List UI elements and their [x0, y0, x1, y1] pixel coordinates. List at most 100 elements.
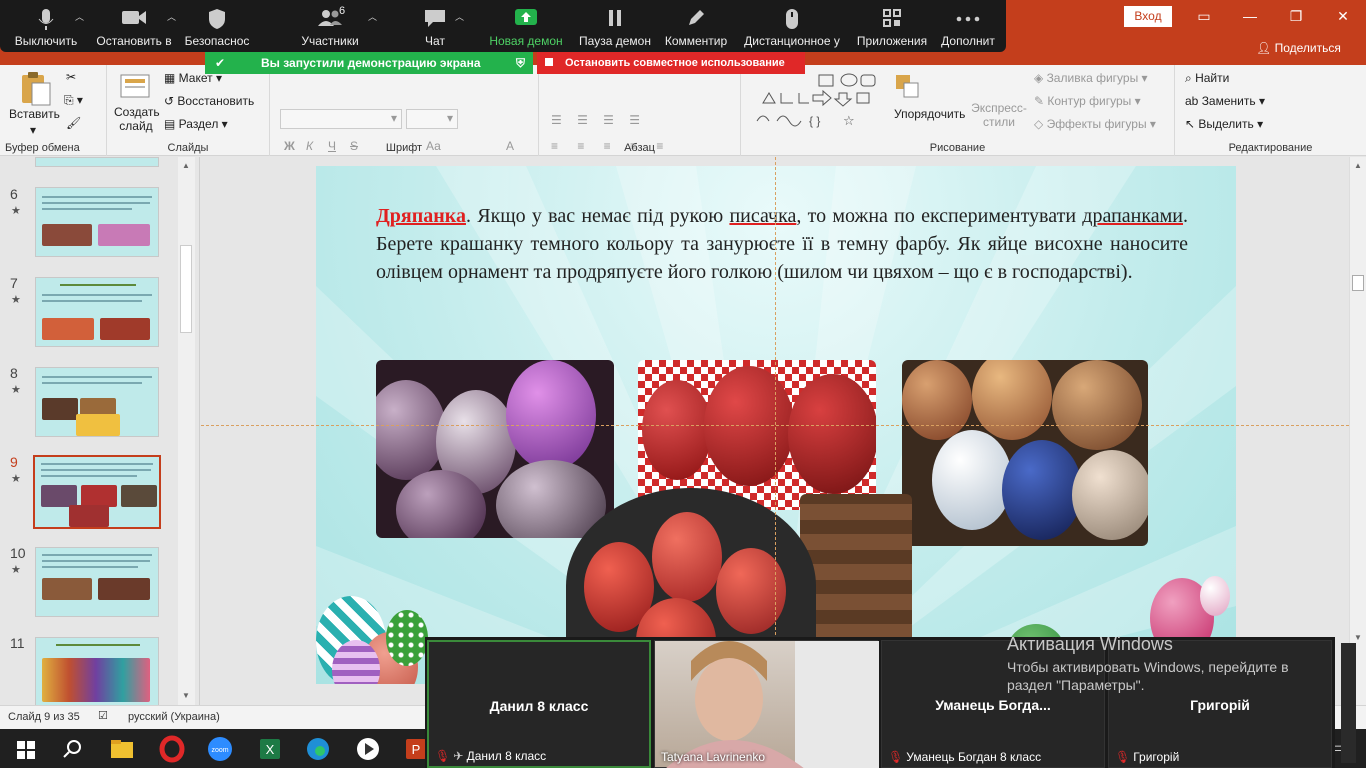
shape-fill-button[interactable]: ◈ Заливка фигуры ▾: [1034, 71, 1148, 85]
photo-icon-painted-eggs[interactable]: [902, 360, 1148, 546]
slide-number: 11: [10, 635, 25, 651]
chat-button[interactable]: ︿ Чат: [406, 0, 464, 52]
section-button[interactable]: ▤ Раздел ▾: [164, 117, 228, 131]
scrollbar-thumb[interactable]: [180, 245, 192, 333]
annotate-pen-icon: [689, 10, 704, 25]
svg-text:X: X: [266, 742, 275, 757]
format-painter-icon[interactable]: 🖌︎: [66, 116, 81, 130]
sharing-banner[interactable]: ✔︎ Вы запустили демонстрацию экрана ⛨: [205, 52, 533, 74]
windows-start-icon[interactable]: [10, 733, 42, 765]
new-slide-button[interactable]: Создать слайд: [114, 105, 160, 133]
paste-icon: [22, 72, 51, 106]
close-icon[interactable]: ✕: [1320, 0, 1366, 32]
muted-mic-icon: 🎙︎: [435, 749, 451, 763]
more-button[interactable]: Дополнит: [936, 0, 1000, 52]
search-icon[interactable]: [56, 733, 88, 765]
excel-icon[interactable]: X: [254, 733, 286, 765]
remote-control-mouse-icon: [786, 9, 798, 29]
video-tile[interactable]: Данил 8 класс 🎙︎ ✈︎ Данил 8 класс: [427, 640, 651, 768]
font-size-select[interactable]: ▾: [406, 109, 458, 129]
slide-thumbnail-active[interactable]: [33, 455, 161, 529]
pause-icon: [609, 10, 621, 26]
shapes-gallery-icon[interactable]: { } ☆: [751, 69, 891, 133]
apps-icon: [883, 9, 901, 27]
more-icon: [956, 16, 980, 22]
search-icon: ⌕: [1185, 71, 1196, 85]
slide-thumbnail[interactable]: [35, 277, 159, 347]
participant-label: Tatyana Lavrinenko: [661, 750, 766, 764]
remote-control-button[interactable]: Дистанционное у: [741, 0, 843, 52]
mute-button[interactable]: ︿ Выключить: [8, 0, 84, 52]
animation-star-icon: ★: [11, 564, 21, 576]
share-screen-icon: [515, 9, 537, 25]
paste-button[interactable]: Вставить: [9, 107, 60, 121]
slide-thumbnail[interactable]: [35, 367, 159, 437]
annotate-button[interactable]: Комментир: [660, 0, 732, 52]
font-label: Шрифт: [385, 142, 423, 154]
replace-button[interactable]: ab Заменить ▾: [1185, 94, 1265, 108]
new-share-button[interactable]: Новая демон: [485, 0, 567, 52]
section-icon: ▤: [164, 117, 179, 131]
slide-number: 8: [10, 365, 18, 381]
photo-scratched-eggs-purple[interactable]: [376, 360, 614, 538]
participant-label: 🎙︎ Григорій: [1115, 750, 1180, 764]
reset-button[interactable]: ↺ Восстановить: [164, 94, 254, 108]
svg-text:P: P: [412, 742, 421, 757]
slide-scrollbar[interactable]: ▲ ▼: [1349, 157, 1366, 705]
spellcheck-icon[interactable]: ☑︎: [98, 709, 108, 722]
participant-label: 🎙︎ Уманець Богдан 8 класс: [888, 750, 1042, 764]
shape-outline-button[interactable]: ✎ Контур фигуры ▾: [1034, 94, 1141, 108]
slide-thumbnail-prev[interactable]: [35, 157, 159, 167]
arrange-icon: [894, 73, 924, 104]
stop-video-button[interactable]: ︿ Остановить в: [92, 0, 176, 52]
copy-icon[interactable]: ⎘ ▾: [64, 93, 83, 108]
stop-square-icon: [545, 58, 553, 66]
video-tile-camera[interactable]: Tatyana Lavrinenko: [654, 640, 879, 768]
opera-icon[interactable]: [156, 733, 188, 765]
participant-name: Уманець Богда...: [935, 697, 1051, 713]
slide-thumbnail[interactable]: [35, 637, 159, 705]
svg-text:zoom: zoom: [211, 747, 228, 754]
minimize-icon[interactable]: —: [1227, 0, 1273, 32]
media-player-icon[interactable]: [352, 733, 384, 765]
shape-effects-button[interactable]: ◇ Эффекты фигуры ▾: [1034, 117, 1156, 131]
muted-mic-icon: 🎙︎: [1115, 750, 1131, 764]
animation-star-icon: ★: [11, 473, 21, 485]
security-button[interactable]: Безопаснос: [182, 0, 252, 52]
shield-icon: [209, 9, 225, 29]
scrollbar-thumb[interactable]: [1352, 275, 1364, 291]
thumbnails-scrollbar[interactable]: ▲ ▼: [178, 157, 195, 705]
apps-button[interactable]: Приложения: [852, 0, 932, 52]
slides-label: Слайды: [167, 142, 209, 154]
quick-styles-button[interactable]: Экспресс-стили: [969, 101, 1029, 129]
layout-icon: ▦: [164, 71, 179, 85]
pause-share-button[interactable]: Пауза демон: [575, 0, 655, 52]
slide-thumbnail[interactable]: [35, 547, 159, 617]
paragraph-list-icons[interactable]: ☰ ☰ ☰ ☰: [551, 113, 646, 127]
microphone-icon: [38, 9, 54, 30]
share-button[interactable]: 👤︎ Поделиться: [1256, 41, 1341, 55]
arrange-button[interactable]: Упорядочить: [894, 107, 965, 121]
select-button[interactable]: ↖ Выделить ▾: [1185, 117, 1263, 131]
ribbon-display-icon[interactable]: ▭: [1181, 0, 1227, 32]
slide-body-text[interactable]: Дряпанка. Якщо у вас немає під рукою пис…: [376, 202, 1188, 286]
svg-text:{ }: { }: [809, 114, 820, 128]
editing-label: Редактирование: [1228, 142, 1313, 154]
participants-button[interactable]: 6 ︿ Участники: [283, 0, 377, 52]
edge-icon[interactable]: [302, 733, 334, 765]
language-indicator[interactable]: русский (Украина): [128, 711, 220, 723]
video-camera-icon: [122, 11, 146, 24]
zoom-app-icon[interactable]: zoom: [204, 733, 236, 765]
photo-scratched-eggs-red[interactable]: [638, 360, 876, 510]
cut-icon[interactable]: ✂: [66, 70, 76, 84]
font-family-select[interactable]: ▾: [280, 109, 402, 129]
animation-star-icon: ★: [11, 294, 21, 306]
signin-button[interactable]: Вход: [1124, 6, 1172, 27]
slide-thumbnail[interactable]: [35, 187, 159, 257]
gallery-scrollbar[interactable]: [1341, 643, 1356, 763]
restore-icon[interactable]: ❐: [1273, 0, 1319, 32]
file-explorer-icon[interactable]: [106, 733, 138, 765]
participant-name: Данил 8 класс: [489, 698, 589, 714]
find-button[interactable]: ⌕ Найти: [1185, 71, 1229, 86]
stop-share-button[interactable]: Остановить совместное использование: [537, 52, 805, 74]
